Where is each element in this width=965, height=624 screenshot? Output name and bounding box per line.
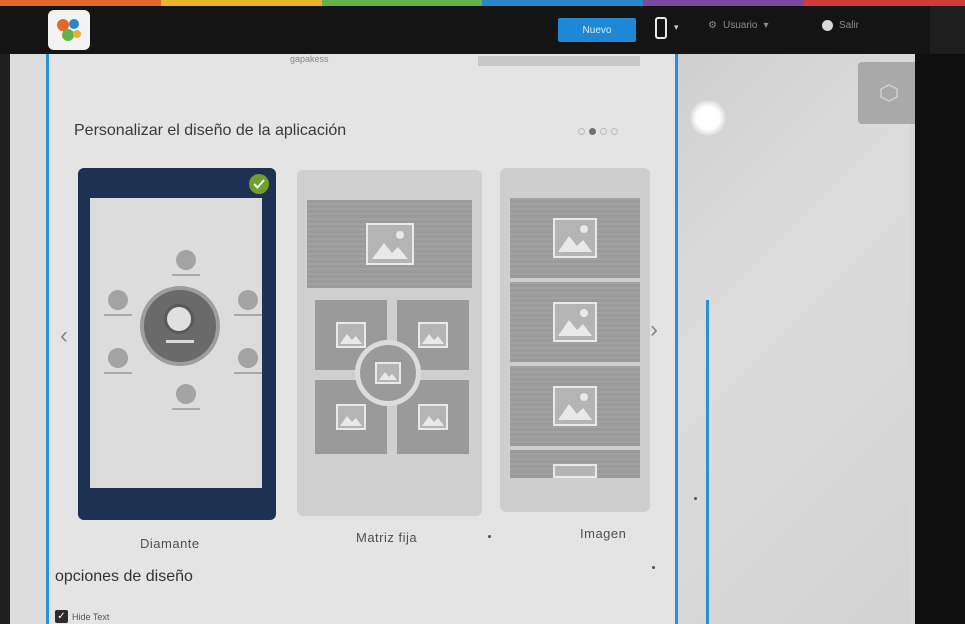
chevron-down-icon: ▾ <box>763 20 769 31</box>
menu-line <box>234 372 262 374</box>
section-title: Personalizar el diseño de la aplicación <box>74 122 347 139</box>
menu-line <box>172 274 200 276</box>
power-icon <box>822 20 833 31</box>
carousel-prev-arrow[interactable]: ‹ <box>60 324 68 348</box>
menu-line <box>104 372 132 374</box>
center-button <box>140 286 220 366</box>
chevron-down-icon[interactable]: ▾ <box>674 22 679 33</box>
gear-icon: ⚙ <box>708 20 717 31</box>
design-options-title: opciones de diseño <box>55 568 193 585</box>
center-circle-icon <box>164 304 194 334</box>
partial-input <box>478 56 640 66</box>
carousel-next-arrow[interactable]: › <box>650 318 658 342</box>
preview-settings-button[interactable] <box>858 62 920 124</box>
carousel-dot[interactable] <box>611 128 618 135</box>
hide-text-option[interactable]: ✓ Hide Text <box>55 610 109 623</box>
image-icon <box>418 322 448 348</box>
image-icon <box>553 386 597 426</box>
cube-icon <box>880 84 898 102</box>
diamante-preview <box>90 198 262 488</box>
carousel-dot-active[interactable] <box>589 128 596 135</box>
menu-dot <box>176 250 196 270</box>
screen-speck <box>488 535 491 538</box>
layout-label-diamante: Diamante <box>140 536 200 551</box>
image-icon <box>418 404 448 430</box>
image-icon <box>375 362 401 384</box>
image-row <box>510 366 640 446</box>
user-menu-label: Usuario <box>722 20 758 31</box>
screen-glare <box>690 100 726 136</box>
menu-dot <box>238 348 258 368</box>
image-row <box>510 282 640 362</box>
image-icon <box>553 302 597 342</box>
device-bezel <box>915 54 965 624</box>
screen-speck <box>694 497 697 500</box>
image-row <box>510 198 640 278</box>
hide-text-checkbox[interactable]: ✓ <box>55 610 68 623</box>
image-icon <box>553 464 597 478</box>
left-rail <box>10 54 49 624</box>
menu-line <box>104 314 132 316</box>
layout-card-matriz-fija[interactable] <box>297 170 482 516</box>
menu-line <box>172 408 200 410</box>
image-row <box>510 450 640 478</box>
app-logo[interactable] <box>48 10 90 50</box>
layout-label-matriz-fija: Matriz fija <box>356 530 418 545</box>
new-button[interactable]: Nuevo <box>558 18 636 42</box>
center-image-tile <box>355 340 421 406</box>
selected-check-icon <box>249 174 269 194</box>
menu-line <box>234 314 262 316</box>
carousel-dot[interactable] <box>600 128 607 135</box>
preview-panel <box>678 54 910 624</box>
logout-link[interactable]: Salir <box>822 20 859 31</box>
carousel-indicator <box>578 128 618 135</box>
layout-card-diamante[interactable] <box>78 168 276 520</box>
mobile-phone-icon[interactable] <box>655 17 667 39</box>
logo-icon <box>57 19 81 41</box>
image-icon <box>336 404 366 430</box>
menu-dot <box>108 290 128 310</box>
header-image-placeholder <box>307 200 472 288</box>
menu-dot <box>238 290 258 310</box>
screen-speck <box>652 566 655 569</box>
image-icon <box>365 223 414 265</box>
top-bar: Nuevo ▾ ⚙ Usuario ▾ Salir <box>0 6 930 54</box>
panel-divider <box>706 300 709 624</box>
menu-dot <box>176 384 196 404</box>
carousel-dot[interactable] <box>578 128 585 135</box>
center-label-line <box>166 340 194 343</box>
partial-header-text: gapakess <box>290 54 329 64</box>
menu-dot <box>108 348 128 368</box>
user-menu[interactable]: ⚙ Usuario ▾ <box>708 20 768 31</box>
image-icon <box>336 322 366 348</box>
hide-text-label: Hide Text <box>72 611 110 622</box>
image-icon <box>553 218 597 258</box>
logout-label: Salir <box>839 20 860 31</box>
layout-card-imagen[interactable] <box>500 168 650 512</box>
layout-label-imagen: Imagen <box>580 526 627 541</box>
